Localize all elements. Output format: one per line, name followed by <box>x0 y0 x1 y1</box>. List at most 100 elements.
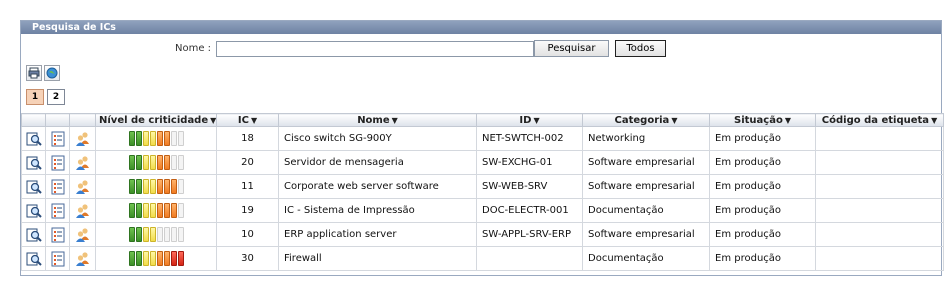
criticality-bar <box>142 227 149 242</box>
ic-cell: 11 <box>216 174 279 199</box>
criticality-bar <box>135 251 142 266</box>
header-category[interactable]: Categoria ▼ <box>582 113 710 127</box>
users-icon[interactable] <box>75 155 91 171</box>
header-id[interactable]: ID ▼ <box>476 113 583 127</box>
name-label: Nome : <box>175 43 212 54</box>
status-cell: Em produção <box>709 150 816 175</box>
sort-down-icon: ▼ <box>784 115 791 125</box>
page-1-button[interactable]: 1 <box>26 89 44 105</box>
users-icon[interactable] <box>75 203 91 219</box>
header-name[interactable]: Nome ▼ <box>278 113 477 127</box>
tag-cell <box>815 198 944 223</box>
criticality-meter <box>101 227 211 242</box>
print-icon[interactable] <box>26 65 42 81</box>
criticality-bar <box>170 251 177 266</box>
criticality-bar <box>128 227 135 242</box>
ic-table: Nível de criticidade ▼ IC ▼ Nome ▼ ID ▼ Cate… <box>21 113 944 271</box>
magnifier-icon[interactable] <box>26 203 42 219</box>
details-list-icon[interactable] <box>50 203 66 219</box>
category-cell: Software empresarial <box>582 174 710 199</box>
view-cell <box>21 246 46 271</box>
users-cell <box>69 198 96 223</box>
ic-cell: 18 <box>216 126 279 151</box>
criticality-bar <box>142 155 149 170</box>
magnifier-icon[interactable] <box>26 155 42 171</box>
details-cell <box>45 126 70 151</box>
category-cell: Documentação <box>582 246 710 271</box>
criticality-bar <box>149 251 156 266</box>
id-cell: DOC-ELECTR-001 <box>476 198 583 223</box>
details-cell <box>45 198 70 223</box>
criticality-bar <box>128 203 135 218</box>
search-row: Nome : Pesquisar Todos <box>21 40 941 59</box>
criticality-bar <box>135 131 142 146</box>
category-cell: Documentação <box>582 198 710 223</box>
users-cell <box>69 174 96 199</box>
criticality-bar <box>149 179 156 194</box>
export-icon[interactable] <box>44 65 60 81</box>
pagination: 1 2 <box>26 89 65 105</box>
users-icon[interactable] <box>75 251 91 267</box>
search-button[interactable]: Pesquisar <box>534 40 609 57</box>
details-list-icon[interactable] <box>50 155 66 171</box>
header-view <box>21 113 46 127</box>
magnifier-icon[interactable] <box>26 179 42 195</box>
header-ic[interactable]: IC ▼ <box>216 113 279 127</box>
name-cell: Corporate web server software <box>278 174 477 199</box>
name-cell: Servidor de mensageria <box>278 150 477 175</box>
users-icon[interactable] <box>75 179 91 195</box>
criticality-cell <box>95 198 217 223</box>
header-tag[interactable]: Código da etiqueta ▼ <box>815 113 944 127</box>
criticality-meter <box>101 155 211 170</box>
criticality-bar <box>142 203 149 218</box>
category-cell: Software empresarial <box>582 150 710 175</box>
users-icon[interactable] <box>75 227 91 243</box>
name-cell: IC - Sistema de Impressão <box>278 198 477 223</box>
criticality-meter <box>101 203 211 218</box>
criticality-bar <box>156 155 163 170</box>
header-users <box>69 113 96 127</box>
users-icon[interactable] <box>75 131 91 147</box>
criticality-bar <box>163 203 170 218</box>
show-all-button[interactable]: Todos <box>615 40 666 57</box>
header-status[interactable]: Situação ▼ <box>709 113 816 127</box>
criticality-bar <box>135 155 142 170</box>
id-cell: NET-SWTCH-002 <box>476 126 583 151</box>
magnifier-icon[interactable] <box>26 131 42 147</box>
status-cell: Em produção <box>709 174 816 199</box>
criticality-bar <box>156 203 163 218</box>
view-cell <box>21 174 46 199</box>
details-list-icon[interactable] <box>50 179 66 195</box>
criticality-bar <box>177 203 184 218</box>
page-2-button[interactable]: 2 <box>47 89 65 105</box>
id-cell: SW-EXCHG-01 <box>476 150 583 175</box>
name-cell: Firewall <box>278 246 477 271</box>
details-list-icon[interactable] <box>50 251 66 267</box>
table-row: 10 ERP application server SW-APPL-SRV-ER… <box>21 222 944 247</box>
details-list-icon[interactable] <box>50 227 66 243</box>
criticality-bar <box>135 179 142 194</box>
criticality-bar <box>177 131 184 146</box>
criticality-bar <box>149 131 156 146</box>
criticality-bar <box>149 227 156 242</box>
criticality-bar <box>128 179 135 194</box>
name-search-input[interactable] <box>216 41 534 57</box>
tag-cell <box>815 222 944 247</box>
details-cell <box>45 150 70 175</box>
status-cell: Em produção <box>709 246 816 271</box>
magnifier-icon[interactable] <box>26 251 42 267</box>
users-cell <box>69 126 96 151</box>
criticality-bar <box>170 203 177 218</box>
header-criticality[interactable]: Nível de criticidade ▼ <box>95 113 217 127</box>
criticality-bar <box>177 179 184 194</box>
id-cell <box>476 246 583 271</box>
details-list-icon[interactable] <box>50 131 66 147</box>
table-row: 11 Corporate web server software SW-WEB-… <box>21 174 944 199</box>
view-cell <box>21 150 46 175</box>
status-cell: Em produção <box>709 222 816 247</box>
sort-down-icon: ▼ <box>533 115 540 125</box>
criticality-bar <box>163 251 170 266</box>
criticality-bar <box>177 155 184 170</box>
ic-cell: 30 <box>216 246 279 271</box>
magnifier-icon[interactable] <box>26 227 42 243</box>
